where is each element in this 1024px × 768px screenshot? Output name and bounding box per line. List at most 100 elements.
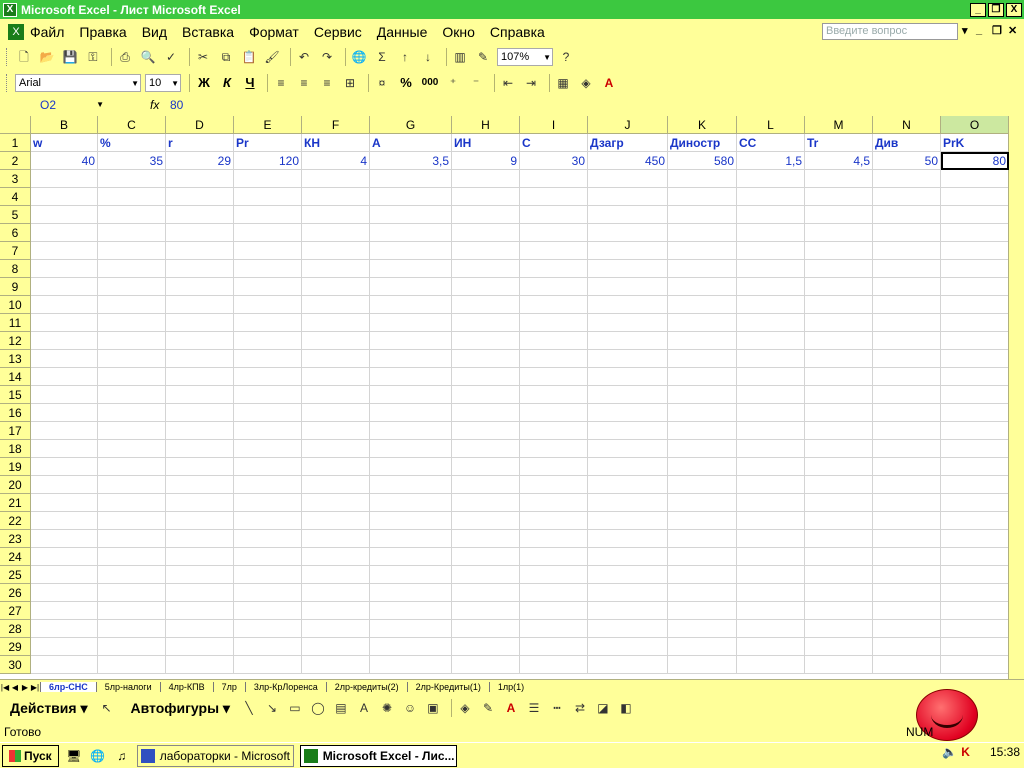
cell[interactable]: [520, 548, 588, 566]
cell[interactable]: [668, 476, 737, 494]
cell[interactable]: [668, 548, 737, 566]
cell[interactable]: [941, 566, 1009, 584]
cell[interactable]: [520, 602, 588, 620]
cell[interactable]: [166, 512, 234, 530]
cell[interactable]: [166, 458, 234, 476]
cell[interactable]: [805, 206, 873, 224]
cell[interactable]: [31, 566, 98, 584]
cell[interactable]: [805, 170, 873, 188]
cell[interactable]: [234, 260, 302, 278]
bold-button[interactable]: Ж: [194, 74, 214, 92]
cell[interactable]: [452, 350, 520, 368]
cell[interactable]: [166, 332, 234, 350]
help-question-input[interactable]: Введите вопрос: [822, 23, 958, 40]
row-header[interactable]: 9: [0, 278, 31, 296]
cell[interactable]: [873, 242, 941, 260]
autosum-icon[interactable]: Σ: [373, 48, 391, 66]
row-header[interactable]: 21: [0, 494, 31, 512]
cell[interactable]: [234, 332, 302, 350]
cell[interactable]: [31, 440, 98, 458]
cell[interactable]: [805, 440, 873, 458]
cell[interactable]: 450: [588, 152, 668, 170]
cell[interactable]: [302, 584, 370, 602]
cell[interactable]: [234, 422, 302, 440]
menu-help[interactable]: Справка: [490, 24, 545, 40]
cell[interactable]: [234, 224, 302, 242]
column-header[interactable]: D: [166, 116, 234, 134]
line-icon[interactable]: ╲: [240, 699, 258, 717]
cell[interactable]: [873, 458, 941, 476]
column-header[interactable]: L: [737, 116, 805, 134]
cell[interactable]: [370, 350, 452, 368]
cell[interactable]: [234, 350, 302, 368]
cell[interactable]: [941, 548, 1009, 566]
cell[interactable]: [234, 314, 302, 332]
increase-decimal-icon[interactable]: ⁺: [444, 74, 462, 92]
cell[interactable]: [588, 620, 668, 638]
cell[interactable]: [805, 314, 873, 332]
cell[interactable]: [873, 332, 941, 350]
menu-format[interactable]: Формат: [249, 24, 299, 40]
cell[interactable]: [98, 368, 166, 386]
cell[interactable]: [452, 494, 520, 512]
workbook-icon[interactable]: X: [8, 24, 24, 40]
cell[interactable]: [452, 458, 520, 476]
cell[interactable]: [588, 350, 668, 368]
cell[interactable]: [234, 494, 302, 512]
cell[interactable]: 40: [31, 152, 98, 170]
cell[interactable]: [302, 512, 370, 530]
cell[interactable]: [31, 170, 98, 188]
cell[interactable]: [737, 584, 805, 602]
cell[interactable]: [302, 422, 370, 440]
cell[interactable]: [668, 458, 737, 476]
clipart-icon[interactable]: ☺: [401, 699, 419, 717]
cell[interactable]: [737, 260, 805, 278]
cell[interactable]: [166, 368, 234, 386]
spelling-icon[interactable]: ✓: [162, 48, 180, 66]
cell[interactable]: [31, 494, 98, 512]
cell[interactable]: [873, 584, 941, 602]
cell[interactable]: [370, 638, 452, 656]
cell[interactable]: [873, 422, 941, 440]
cell[interactable]: [31, 458, 98, 476]
cell[interactable]: [98, 170, 166, 188]
cell[interactable]: [520, 188, 588, 206]
cell[interactable]: [805, 620, 873, 638]
cell[interactable]: [370, 188, 452, 206]
worksheet-grid[interactable]: B C D E F G H I J K L M N O 1 w% r Pr КН A ИН C Дзагр Диностр CC…: [0, 116, 1024, 679]
cell[interactable]: [805, 422, 873, 440]
cell[interactable]: [520, 566, 588, 584]
paste-icon[interactable]: 📋: [240, 48, 258, 66]
cell[interactable]: [941, 296, 1009, 314]
cell[interactable]: [31, 224, 98, 242]
cell[interactable]: [234, 638, 302, 656]
cell[interactable]: [452, 422, 520, 440]
row-header[interactable]: 24: [0, 548, 31, 566]
cell[interactable]: [520, 404, 588, 422]
cell[interactable]: [166, 440, 234, 458]
cell[interactable]: [520, 260, 588, 278]
cell[interactable]: [98, 638, 166, 656]
cell[interactable]: [98, 494, 166, 512]
cell[interactable]: [370, 278, 452, 296]
row-header[interactable]: 28: [0, 620, 31, 638]
cell[interactable]: [668, 584, 737, 602]
cell[interactable]: [31, 242, 98, 260]
copy-icon[interactable]: ⧉: [217, 48, 235, 66]
cell[interactable]: [873, 386, 941, 404]
decrease-decimal-icon[interactable]: ⁻: [467, 74, 485, 92]
cell[interactable]: Tr: [805, 134, 873, 152]
cell[interactable]: [31, 368, 98, 386]
cell[interactable]: [302, 440, 370, 458]
cell[interactable]: [873, 314, 941, 332]
cell[interactable]: [941, 350, 1009, 368]
cell[interactable]: [668, 368, 737, 386]
cell[interactable]: [31, 530, 98, 548]
cell[interactable]: [873, 260, 941, 278]
cell[interactable]: r: [166, 134, 234, 152]
actions-menu[interactable]: Действия ▾: [10, 700, 87, 717]
cell[interactable]: w: [31, 134, 98, 152]
cell[interactable]: [941, 386, 1009, 404]
hyperlink-icon[interactable]: 🌐: [350, 48, 368, 66]
cell[interactable]: [668, 440, 737, 458]
